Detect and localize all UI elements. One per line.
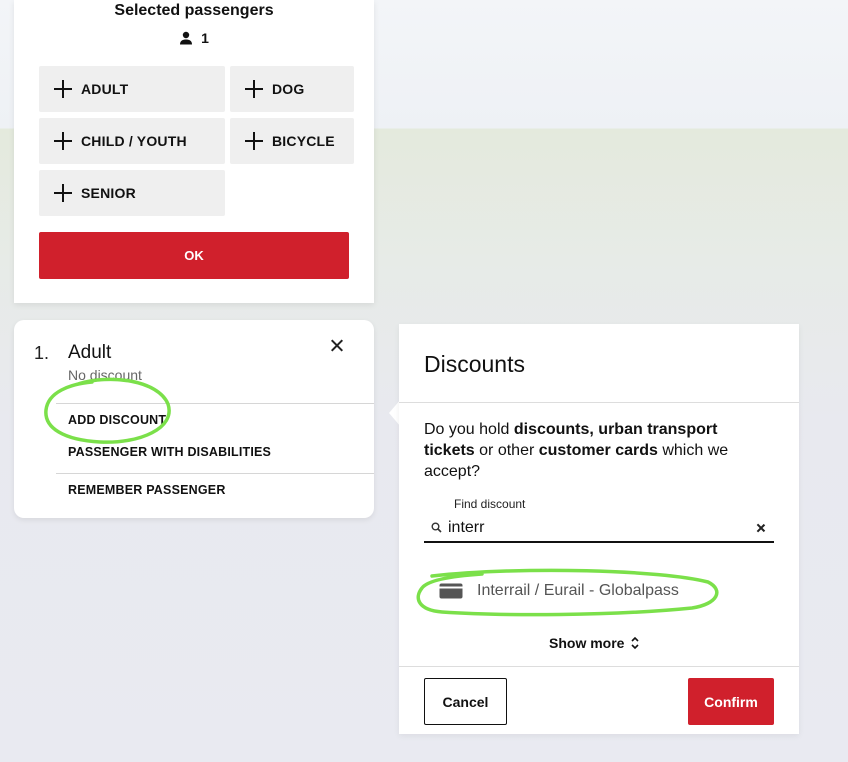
show-more-label: Show more (549, 635, 625, 651)
discounts-title: Discounts (424, 351, 525, 377)
add-adult-button[interactable]: ADULT (39, 66, 225, 112)
passenger-number: 1. (34, 343, 50, 363)
ok-button[interactable]: OK (39, 232, 349, 279)
plus-icon (53, 183, 73, 203)
find-discount-label: Find discount (454, 497, 526, 511)
divider (56, 473, 374, 474)
discounts-panel: Discounts Do you hold discounts, urban t… (399, 324, 799, 734)
cancel-button[interactable]: Cancel (424, 678, 507, 725)
add-child-youth-button[interactable]: CHILD / YOUTH (39, 118, 225, 164)
confirm-button[interactable]: Confirm (688, 678, 774, 725)
passenger-card: 1. Adult No discount ADD DISCOUNT PASSEN… (14, 320, 374, 518)
add-dog-button[interactable]: DOG (230, 66, 354, 112)
expand-icon (631, 636, 640, 650)
plus-icon (244, 131, 264, 151)
remember-passenger-link[interactable]: REMEMBER PASSENGER (68, 483, 226, 497)
plus-icon (53, 131, 73, 151)
add-adult-label: ADULT (81, 81, 129, 97)
discounts-intro: Do you hold discounts, urban transport t… (424, 421, 729, 480)
discount-result-interrail[interactable]: Interrail / Eurail - Globalpass (439, 582, 679, 600)
discount-result-label: Interrail / Eurail - Globalpass (477, 582, 679, 599)
close-icon[interactable] (326, 335, 348, 357)
add-senior-button[interactable]: SENIOR (39, 170, 225, 216)
divider (56, 403, 374, 404)
passenger-type: Adult (68, 342, 112, 363)
card-icon (439, 583, 463, 599)
divider (399, 666, 799, 667)
add-senior-label: SENIOR (81, 185, 136, 201)
clear-icon[interactable] (754, 521, 768, 535)
search-icon (431, 522, 442, 533)
passenger-count: 1 (14, 30, 374, 46)
add-child-youth-label: CHILD / YOUTH (81, 133, 187, 149)
add-bicycle-label: BICYCLE (272, 133, 335, 149)
divider (399, 402, 799, 403)
passenger-selection-panel: Selected passengers 1 ADULT DOG CHILD / … (14, 0, 374, 303)
passenger-discount-status: No discount (68, 367, 142, 383)
selected-passengers-title: Selected passengers (114, 2, 274, 19)
person-icon (180, 31, 193, 45)
passenger-with-disabilities-link[interactable]: PASSENGER WITH DISABILITIES (68, 445, 271, 459)
discount-search-field[interactable] (424, 514, 774, 543)
show-more-button[interactable]: Show more (549, 635, 640, 651)
add-dog-label: DOG (272, 81, 305, 97)
passenger-count-value: 1 (201, 30, 209, 46)
add-discount-link[interactable]: ADD DISCOUNT (68, 413, 166, 427)
discount-search-input[interactable] (448, 518, 754, 537)
add-bicycle-button[interactable]: BICYCLE (230, 118, 354, 164)
plus-icon (53, 79, 73, 99)
plus-icon (244, 79, 264, 99)
